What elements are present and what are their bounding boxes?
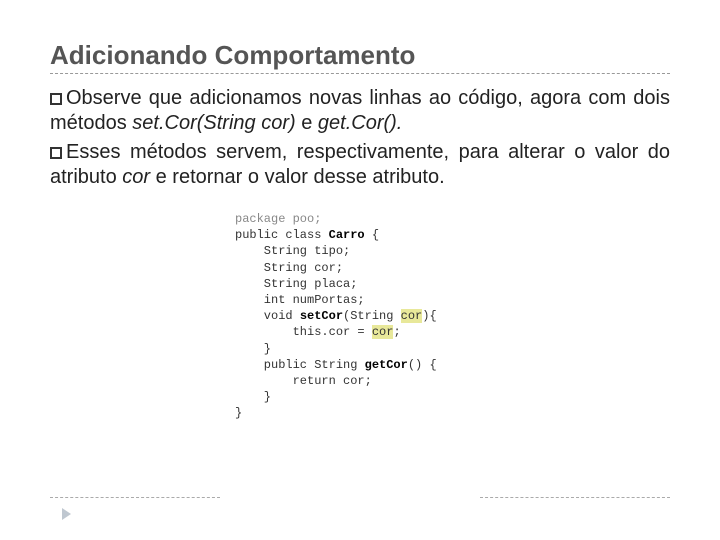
code-line-01: package poo;	[235, 211, 465, 227]
slide-body: Observe que adicionamos novas linhas ao …	[50, 86, 670, 190]
code-line-16: }	[235, 389, 465, 405]
code-line-18: }	[235, 405, 465, 421]
code-snippet: package poo; public class Carro { String…	[225, 205, 475, 431]
code-line-12: }	[235, 341, 465, 357]
next-arrow-icon	[62, 508, 71, 520]
slide: Adicionando Comportamento Observe que ad…	[0, 0, 720, 540]
p1-text-c: e	[296, 112, 318, 134]
code-line-10: void setCor(String cor){	[235, 308, 465, 324]
code-line-05: String tipo;	[235, 243, 465, 259]
p1-method-getcor: get.Cor().	[318, 112, 402, 134]
slide-title: Adicionando Comportamento	[50, 40, 670, 71]
paragraph-2: Esses métodos servem, respectivamente, p…	[50, 140, 670, 190]
footer-divider-left	[50, 497, 220, 498]
p1-method-setcor: set.Cor(String cor)	[132, 112, 295, 134]
p2-text-c: e retornar o valor desse atributo.	[150, 166, 445, 188]
title-divider	[50, 73, 670, 74]
code-line-08: int numPortas;	[235, 292, 465, 308]
footer-divider-right	[480, 497, 670, 498]
code-line-11: this.cor = cor;	[235, 324, 465, 340]
paragraph-1: Observe que adicionamos novas linhas ao …	[50, 86, 670, 136]
code-line-03: public class Carro {	[235, 227, 465, 243]
bullet-icon	[50, 93, 62, 105]
code-line-07: String placa;	[235, 276, 465, 292]
p2-attr-cor: cor	[122, 166, 150, 188]
bullet-icon	[50, 147, 62, 159]
code-line-14: public String getCor() {	[235, 357, 465, 373]
code-line-15: return cor;	[235, 373, 465, 389]
code-line-06: String cor;	[235, 260, 465, 276]
